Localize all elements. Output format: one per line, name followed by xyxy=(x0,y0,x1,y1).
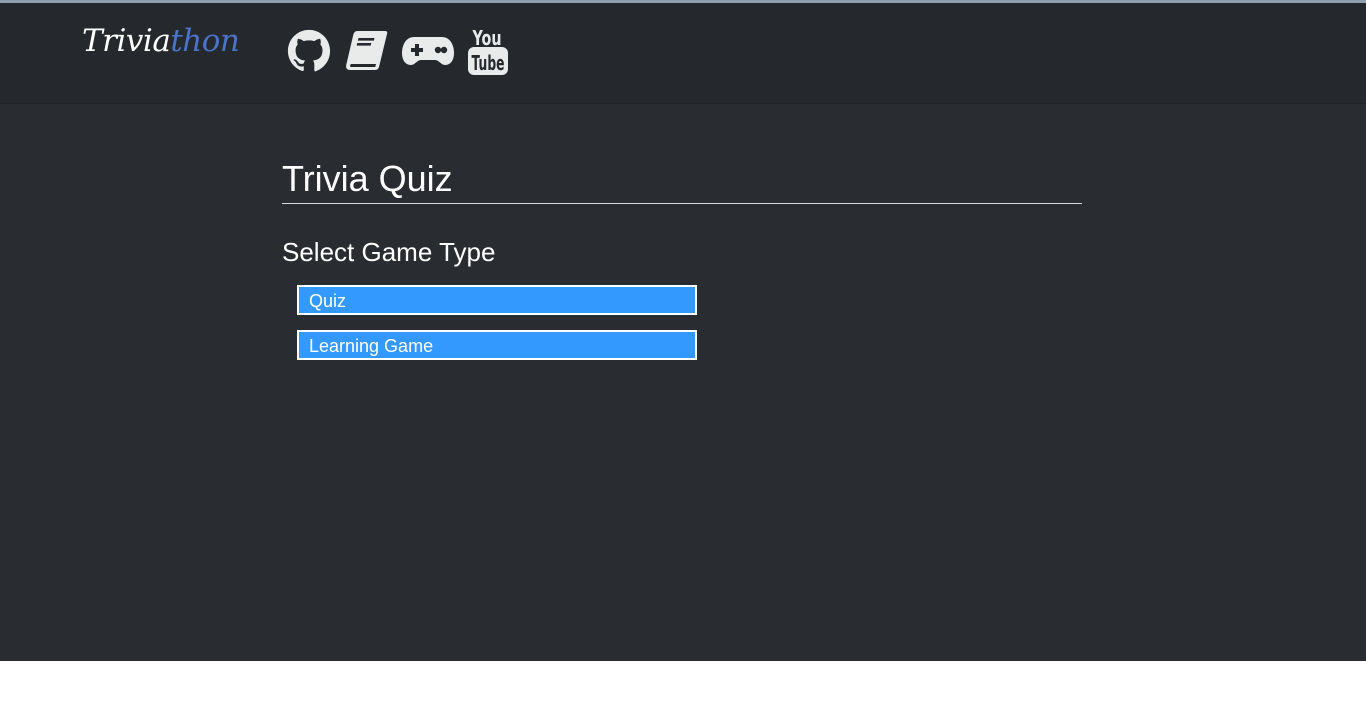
github-icon[interactable] xyxy=(287,29,331,73)
page-title: Trivia Quiz xyxy=(282,158,1082,204)
header: Triviathon You Tube xyxy=(0,3,1366,104)
brand-part-1: Trivia xyxy=(82,23,171,59)
youtube-icon-text-bottom: Tube xyxy=(472,51,505,75)
learning-game-button[interactable]: Learning Game xyxy=(297,330,697,360)
game-type-options: Quiz Learning Game xyxy=(282,285,1082,360)
brand-logo[interactable]: Triviathon xyxy=(82,23,240,59)
youtube-icon-text-top: You xyxy=(472,26,502,50)
main-content: Trivia Quiz Select Game Type Quiz Learni… xyxy=(282,158,1082,375)
quiz-button[interactable]: Quiz xyxy=(297,285,697,315)
youtube-icon[interactable]: You Tube xyxy=(467,25,511,77)
book-icon[interactable] xyxy=(343,28,389,74)
section-heading: Select Game Type xyxy=(282,237,496,267)
app-container: Triviathon You Tube Trivia Quiz Select G… xyxy=(0,3,1366,661)
nav-links: You Tube xyxy=(287,25,523,77)
gamepad-icon[interactable] xyxy=(401,31,455,71)
brand-part-2: thon xyxy=(170,23,240,59)
